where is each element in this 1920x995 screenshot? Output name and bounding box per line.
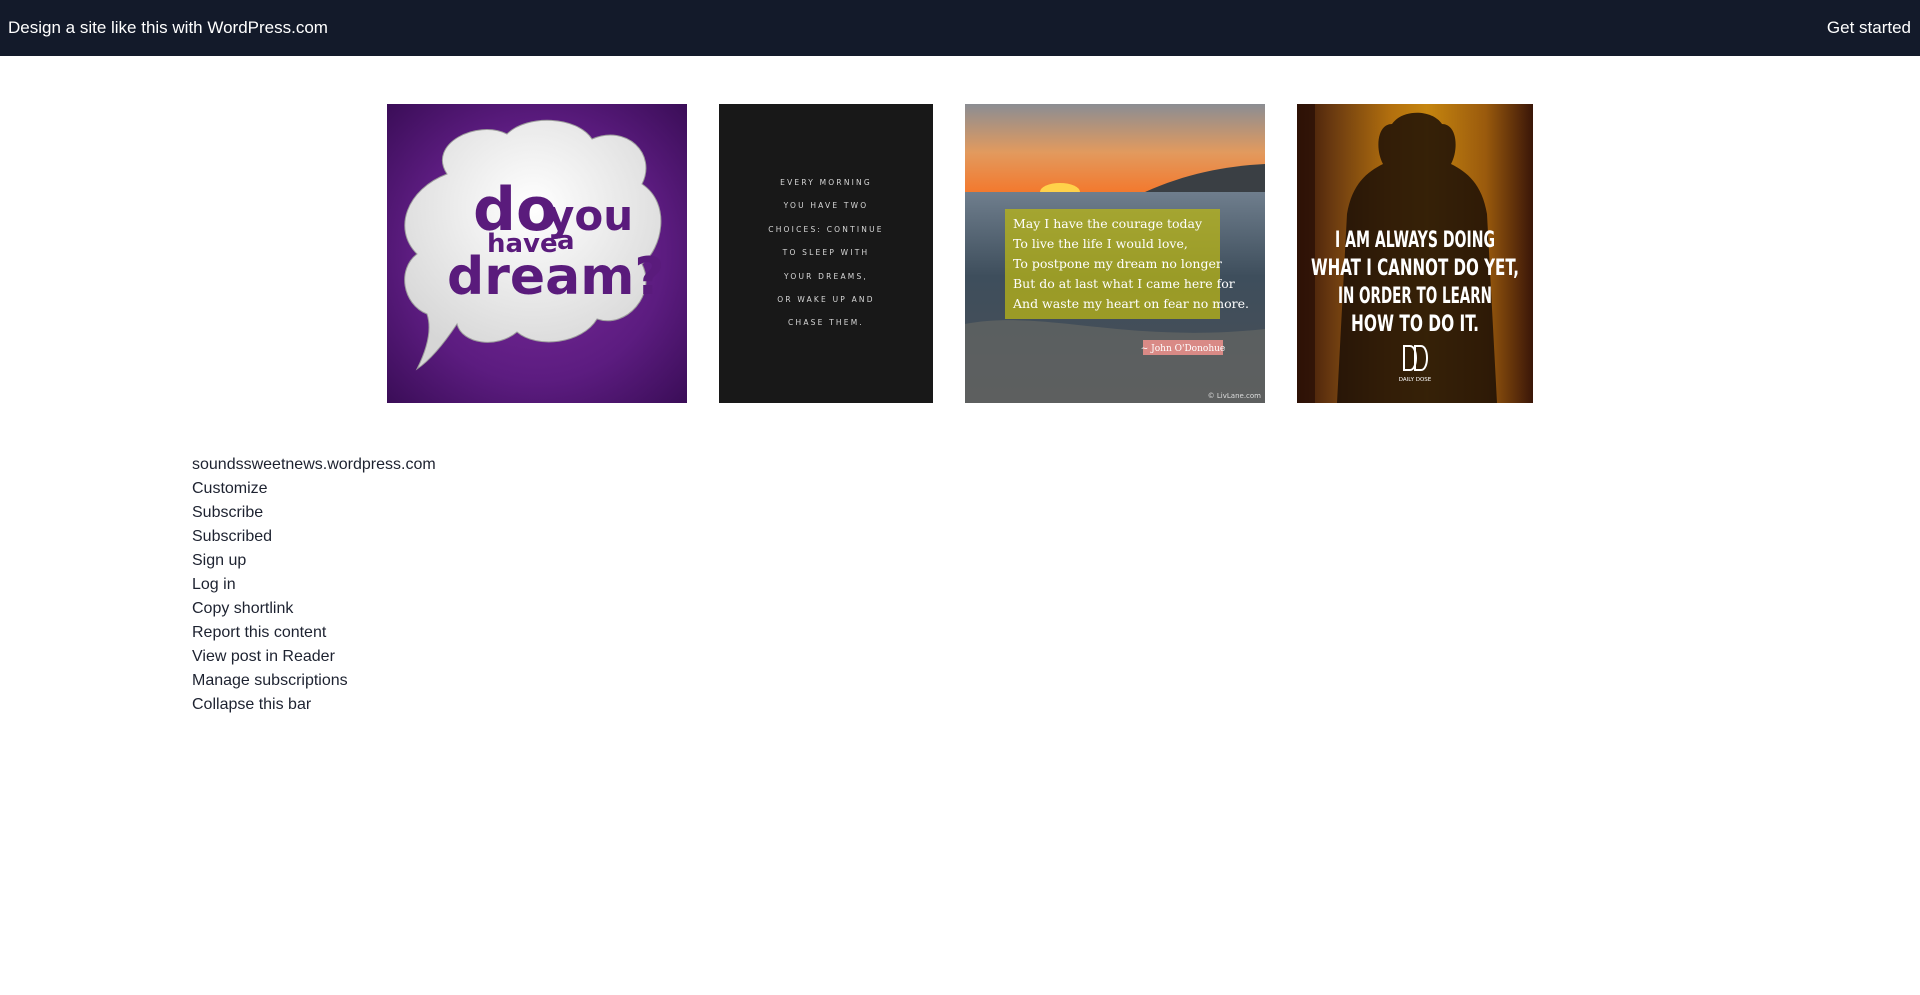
log-in-link[interactable]: Log in xyxy=(192,573,436,597)
subscribed-link[interactable]: Subscribed xyxy=(192,525,436,549)
sign-up-link[interactable]: Sign up xyxy=(192,549,436,573)
view-in-reader-link[interactable]: View post in Reader xyxy=(192,645,436,669)
sunset-graphic: May I have the courage today To live the… xyxy=(965,104,1265,403)
bubble-text-dream: dream? xyxy=(447,247,665,307)
quote-line: CHASE THEM. xyxy=(788,318,864,327)
speech-bubble-graphic: do you have a dream? xyxy=(404,119,665,371)
manage-subscriptions-link[interactable]: Manage subscriptions xyxy=(192,669,436,693)
logo-caption: DAILY DOSE xyxy=(1399,377,1432,383)
quote-line: TO SLEEP WITH xyxy=(782,248,870,257)
quote-line: IN ORDER TO LEARN xyxy=(1338,284,1492,309)
gallery-image-sunset-poem[interactable]: May I have the courage today To live the… xyxy=(965,104,1265,403)
quote-text-graphic: EVERY MORNING YOU HAVE TWO CHOICES: CONT… xyxy=(768,178,883,327)
report-content-link[interactable]: Report this content xyxy=(192,621,436,645)
customize-link[interactable]: Customize xyxy=(192,477,436,501)
design-site-link[interactable]: Design a site like this with WordPress.c… xyxy=(8,18,328,38)
admin-actions-menu: soundssweetnews.wordpress.com Customize … xyxy=(192,453,436,717)
poem-line: To postpone my dream no longer xyxy=(1013,256,1222,271)
quote-line: OR WAKE UP AND xyxy=(777,295,874,304)
subscribe-link[interactable]: Subscribe xyxy=(192,501,436,525)
quote-line: CHOICES: CONTINUE xyxy=(768,225,883,234)
poem-attribution: ~ John O'Donohue xyxy=(1141,344,1226,354)
quote-line: EVERY MORNING xyxy=(780,178,872,187)
quote-line: YOUR DREAMS, xyxy=(783,272,868,281)
site-url-link[interactable]: soundssweetnews.wordpress.com xyxy=(192,453,436,477)
quote-line: I AM ALWAYS DOING xyxy=(1335,228,1495,253)
poem-line: But do at last what I came here for xyxy=(1013,276,1235,291)
gallery-image-always-doing[interactable]: I AM ALWAYS DOING WHAT I CANNOT DO YET, … xyxy=(1297,104,1533,403)
copy-shortlink-link[interactable]: Copy shortlink xyxy=(192,597,436,621)
silhouette-quote-graphic: I AM ALWAYS DOING WHAT I CANNOT DO YET, … xyxy=(1297,104,1519,403)
collapse-bar-link[interactable]: Collapse this bar xyxy=(192,693,436,717)
image-watermark: © LivLane.com xyxy=(1208,392,1262,400)
gallery-image-dream-bubble[interactable]: do you have a dream? xyxy=(387,104,687,403)
gallery-image-every-morning[interactable]: EVERY MORNING YOU HAVE TWO CHOICES: CONT… xyxy=(719,104,933,403)
get-started-link[interactable]: Get started xyxy=(1827,18,1911,38)
quote-line: HOW TO DO IT. xyxy=(1351,312,1479,337)
poem-line: To live the life I would love, xyxy=(1013,236,1188,251)
poem-line: May I have the courage today xyxy=(1013,216,1203,231)
poem-line: And waste my heart on fear no more. xyxy=(1012,296,1249,311)
quote-line: YOU HAVE TWO xyxy=(783,201,869,210)
wpcom-top-bar: Design a site like this with WordPress.c… xyxy=(0,0,1920,56)
quote-line: WHAT I CANNOT DO YET, xyxy=(1311,256,1519,281)
